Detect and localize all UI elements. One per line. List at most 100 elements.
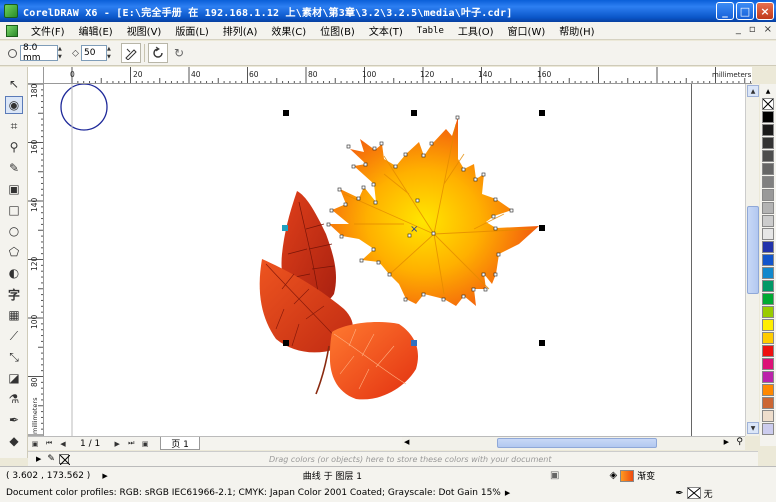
text-tool-icon[interactable]: 字: [5, 285, 23, 303]
basic-shapes-tool-icon[interactable]: ◐: [5, 264, 23, 282]
color-swatch[interactable]: [762, 423, 774, 435]
color-swatch[interactable]: [762, 345, 774, 357]
fill-swatch[interactable]: [620, 469, 635, 482]
color-swatch[interactable]: [762, 384, 774, 396]
scroll-down-button[interactable]: ▼: [747, 422, 759, 434]
crop-tool-icon[interactable]: ⌗: [5, 117, 23, 135]
percent-input[interactable]: 50: [81, 45, 107, 61]
menu-arrange[interactable]: 排列(A): [216, 23, 265, 38]
menu-window[interactable]: 窗口(W): [501, 23, 553, 38]
doc-close-button[interactable]: ×: [764, 24, 772, 35]
doc-restore-button[interactable]: ▫: [749, 24, 756, 35]
no-color-swatch[interactable]: [762, 98, 774, 110]
color-swatch[interactable]: [762, 332, 774, 344]
nib-size-input[interactable]: 8.0 mm: [20, 43, 58, 63]
color-swatch[interactable]: [762, 228, 774, 240]
polygon-tool-icon[interactable]: ⬠: [5, 243, 23, 261]
nib-size-spinner[interactable]: ▲ ▼: [58, 45, 66, 61]
scroll-right-button[interactable]: ▶: [724, 438, 729, 446]
tray-play-icon[interactable]: ▶: [36, 455, 41, 463]
pen-pressure-button[interactable]: [121, 43, 141, 63]
smudge-tool-icon[interactable]: ◉: [5, 96, 23, 114]
color-swatch[interactable]: [762, 293, 774, 305]
smart-fill-tool-icon[interactable]: ▣: [5, 180, 23, 198]
doc-minimize-button[interactable]: _: [736, 24, 741, 35]
color-swatch[interactable]: [762, 267, 774, 279]
maximize-button[interactable]: □: [736, 2, 754, 20]
document-icon[interactable]: [6, 24, 18, 37]
scroll-left-button[interactable]: ◀: [404, 438, 409, 446]
connector-tool-icon[interactable]: ⤡: [5, 348, 23, 366]
color-swatch[interactable]: [762, 176, 774, 188]
color-swatch[interactable]: [762, 124, 774, 136]
eyedropper-tool-icon[interactable]: ⚗: [5, 390, 23, 408]
next-page-button[interactable]: ▶: [112, 439, 122, 449]
ellipse-tool-icon[interactable]: ○: [5, 222, 23, 240]
close-button[interactable]: ×: [756, 2, 774, 20]
freehand-tool-icon[interactable]: ✎: [5, 159, 23, 177]
color-swatch[interactable]: [762, 163, 774, 175]
color-swatch[interactable]: [762, 358, 774, 370]
rectangle-tool-icon[interactable]: □: [5, 201, 23, 219]
horizontal-ruler[interactable]: 0 20 40 60 80 100 120 140 160 millimeter…: [44, 67, 752, 84]
pick-tool-icon[interactable]: ↖: [5, 75, 23, 93]
tray-no-color-icon[interactable]: [58, 454, 70, 465]
menu-view[interactable]: 视图(V): [120, 23, 169, 38]
interactive-blend-tool-icon[interactable]: ◪: [5, 369, 23, 387]
color-swatch[interactable]: [762, 215, 774, 227]
vertical-scrollbar[interactable]: ▲ ▼: [745, 84, 759, 436]
palette-scroll-up[interactable]: ▲: [760, 88, 776, 98]
color-swatch[interactable]: [762, 397, 774, 409]
menu-help[interactable]: 帮助(H): [552, 23, 601, 38]
document-color-tray[interactable]: ▶ ✎ Drag colors (or objects) here to sto…: [28, 451, 758, 466]
small-leaf[interactable]: [329, 321, 419, 400]
color-swatch[interactable]: [762, 280, 774, 292]
center-marker-icon[interactable]: ×: [410, 224, 418, 235]
profiles-expand-icon[interactable]: ▶: [505, 489, 510, 497]
tray-eyedropper-icon[interactable]: ✎: [47, 454, 55, 464]
menu-edit[interactable]: 编辑(E): [72, 23, 120, 38]
menu-layout[interactable]: 版面(L): [168, 23, 215, 38]
color-swatch[interactable]: [762, 306, 774, 318]
add-page-after-icon[interactable]: ▣: [140, 439, 150, 449]
selection-handle-left[interactable]: [282, 225, 288, 231]
last-page-button[interactable]: ⏭: [126, 439, 136, 449]
color-swatch[interactable]: [762, 202, 774, 214]
menu-bitmaps[interactable]: 位图(B): [313, 23, 362, 38]
color-swatch[interactable]: [762, 111, 774, 123]
menu-effects[interactable]: 效果(C): [264, 23, 313, 38]
color-swatch[interactable]: [762, 150, 774, 162]
color-swatch[interactable]: [762, 319, 774, 331]
coords-expand-icon[interactable]: ▶: [102, 472, 107, 480]
artwork[interactable]: ×: [44, 84, 745, 436]
scroll-up-button[interactable]: ▲: [747, 85, 759, 97]
vertical-scroll-thumb[interactable]: [747, 206, 759, 294]
color-swatch[interactable]: [762, 189, 774, 201]
color-swatch[interactable]: [762, 371, 774, 383]
menu-file[interactable]: 文件(F): [24, 23, 72, 38]
rotate-cw-icon[interactable]: ↻: [174, 46, 184, 60]
color-swatch[interactable]: [762, 410, 774, 422]
horizontal-scroll-thumb[interactable]: [497, 438, 657, 448]
percent-spinner[interactable]: ▲ ▼: [107, 45, 115, 61]
fill-tool-icon[interactable]: ◆: [5, 432, 23, 450]
dimension-tool-icon[interactable]: ⟋: [5, 327, 23, 345]
table-tool-icon[interactable]: ▦: [5, 306, 23, 324]
color-swatch[interactable]: [762, 254, 774, 266]
horizontal-scrollbar[interactable]: ◀ ▶ ⚲: [402, 437, 745, 450]
zoom-navigator-icon[interactable]: ⚲: [736, 437, 743, 447]
outline-swatch[interactable]: [686, 487, 701, 499]
selection-handle-bottom[interactable]: [411, 340, 417, 346]
page-tab[interactable]: 页 1: [160, 437, 200, 450]
zoom-tool-icon[interactable]: ⚲: [5, 138, 23, 156]
minimize-button[interactable]: _: [716, 2, 734, 20]
maple-leaf[interactable]: [329, 117, 539, 306]
outline-tool-icon[interactable]: ✒: [5, 411, 23, 429]
rotate-ccw-button[interactable]: [148, 43, 168, 63]
drawing-canvas[interactable]: ×: [44, 84, 745, 436]
menu-table[interactable]: Table: [410, 26, 451, 36]
menu-text[interactable]: 文本(T): [362, 23, 410, 38]
first-page-button[interactable]: ⏮: [44, 439, 54, 449]
color-swatch[interactable]: [762, 137, 774, 149]
prev-page-button[interactable]: ◀: [58, 439, 68, 449]
